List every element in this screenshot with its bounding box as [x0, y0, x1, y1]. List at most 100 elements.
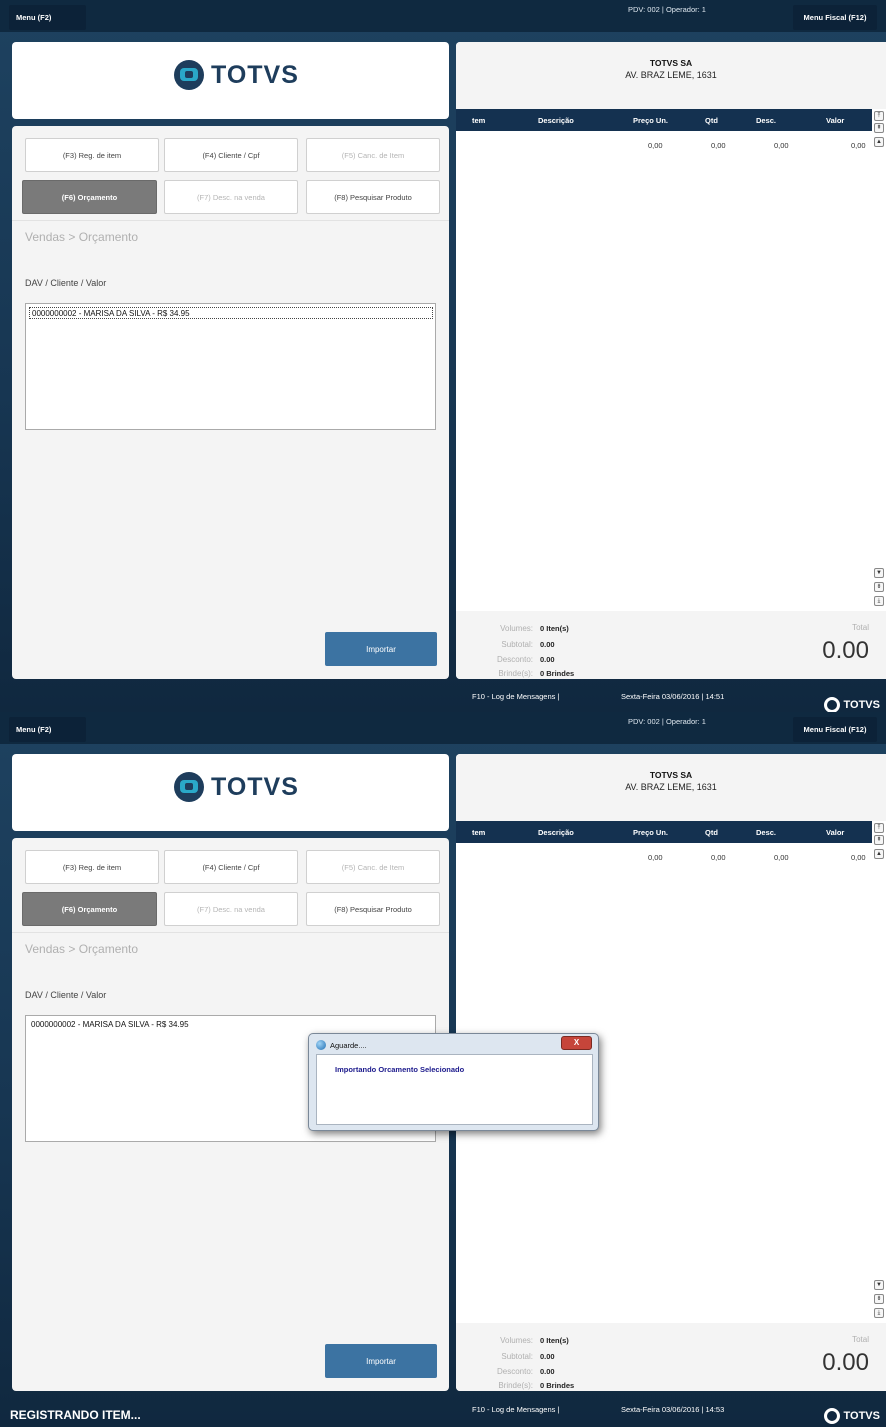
- col-preco[interactable]: Preço Un.: [633, 116, 668, 125]
- subtotal-label: Subtotal:: [501, 640, 533, 649]
- dav-listbox[interactable]: 0000000002 - MARISA DA SILVA - R$ 34.95: [25, 303, 436, 430]
- status-datetime: Sexta-Feira 03/06/2016 | 14:51: [621, 692, 725, 701]
- menu-button[interactable]: Menu (F2): [9, 5, 86, 30]
- orcamento-button[interactable]: (F6) Orçamento: [22, 180, 157, 214]
- desconto-label: Desconto:: [496, 1367, 533, 1376]
- col-descricao[interactable]: Descrição: [538, 116, 574, 125]
- volumes-value: 0 Iten(s): [540, 624, 569, 633]
- aguarde-dialog: Aguarde.... X Importando Orcamento Selec…: [308, 1033, 599, 1131]
- pdv-screen-2: Menu (F2) PDV: 002 | Operador: 1 Menu Fi…: [0, 712, 886, 1427]
- company-address: AV. BRAZ LEME, 1631: [625, 782, 717, 792]
- section-label: DAV / Cliente / Valor: [25, 990, 107, 1000]
- scroll-top-icon[interactable]: ⤒: [874, 823, 884, 833]
- footer-logo: TOTVS: [823, 697, 880, 712]
- cell-valor: 0,00: [851, 853, 866, 862]
- import-button[interactable]: Importar: [325, 1344, 437, 1378]
- totvs-footer-icon: [823, 697, 840, 712]
- totvs-logo-icon: [174, 772, 204, 802]
- items-grid-header: tem Descrição Preço Un. Qtd Desc. Valor: [456, 109, 872, 131]
- totals-panel: Volumes: 0 Iten(s) Subtotal: 0.00 Descon…: [456, 611, 886, 679]
- canc-item-button[interactable]: (F5) Canc. de Item: [306, 138, 440, 172]
- col-valor[interactable]: Valor: [826, 828, 844, 837]
- totvs-logo-icon: [174, 60, 204, 90]
- total-label: Total: [852, 623, 869, 632]
- scroll-page-down-icon[interactable]: ⇟: [874, 1294, 884, 1304]
- subtotal-value: 0.00: [540, 1352, 555, 1361]
- logo-text: TOTVS: [211, 772, 299, 801]
- logo-panel: TOTVS: [12, 42, 449, 119]
- grid-scrollbar[interactable]: ⤒ ⇞ ▲ ▼ ⇟ ⤓: [872, 821, 886, 1321]
- breadcrumb: Vendas > Orçamento: [25, 230, 139, 244]
- col-preco[interactable]: Preço Un.: [633, 828, 668, 837]
- canc-item-button[interactable]: (F5) Canc. de Item: [306, 850, 440, 884]
- menu-fiscal-button[interactable]: Menu Fiscal (F12): [793, 717, 877, 742]
- company-name: TOTVS SA: [649, 770, 693, 780]
- desc-venda-button[interactable]: (F7) Desc. na venda: [164, 180, 298, 214]
- close-button[interactable]: X: [561, 1036, 592, 1050]
- scroll-down-icon[interactable]: ▼: [874, 568, 884, 578]
- scroll-page-down-icon[interactable]: ⇟: [874, 582, 884, 592]
- volumes-label: Volumes:: [500, 624, 533, 633]
- scroll-page-up-icon[interactable]: ⇞: [874, 123, 884, 133]
- company-header: TOTVS SA AV. BRAZ LEME, 1631: [456, 754, 886, 821]
- scroll-up-icon[interactable]: ▲: [874, 137, 884, 147]
- col-desc[interactable]: Desc.: [756, 828, 776, 837]
- scroll-bottom-icon[interactable]: ⤓: [874, 1308, 884, 1318]
- scroll-up-icon[interactable]: ▲: [874, 849, 884, 859]
- scroll-bottom-icon[interactable]: ⤓: [874, 596, 884, 606]
- top-bar: Menu (F2) PDV: 002 | Operador: 1 Menu Fi…: [0, 0, 886, 32]
- reg-item-button[interactable]: (F3) Reg. de item: [25, 850, 159, 884]
- col-desc[interactable]: Desc.: [756, 116, 776, 125]
- menu-button[interactable]: Menu (F2): [9, 717, 86, 742]
- log-mensagens-link[interactable]: F10 - Log de Mensagens |: [472, 692, 559, 701]
- col-item[interactable]: tem: [472, 828, 485, 837]
- list-item[interactable]: 0000000002 - MARISA DA SILVA - R$ 34.95: [29, 1019, 433, 1031]
- reg-item-button[interactable]: (F3) Reg. de item: [25, 138, 159, 172]
- log-mensagens-link[interactable]: F10 - Log de Mensagens |: [472, 1405, 559, 1414]
- col-valor[interactable]: Valor: [826, 116, 844, 125]
- breadcrumb: Vendas > Orçamento: [25, 942, 139, 956]
- total-value: 0.00: [822, 1349, 869, 1376]
- col-qtd[interactable]: Qtd: [705, 828, 718, 837]
- subtotal-label: Subtotal:: [501, 1352, 533, 1361]
- subtotal-value: 0.00: [540, 640, 555, 649]
- volumes-value: 0 Iten(s): [540, 1336, 569, 1345]
- divider: [12, 220, 449, 221]
- scroll-down-icon[interactable]: ▼: [874, 1280, 884, 1290]
- section-label: DAV / Cliente / Valor: [25, 278, 107, 288]
- brindes-label: Brinde(s):: [498, 669, 533, 678]
- pesquisar-produto-button[interactable]: (F8) Pesquisar Produto: [306, 892, 440, 926]
- scroll-page-up-icon[interactable]: ⇞: [874, 835, 884, 845]
- status-datetime: Sexta-Feira 03/06/2016 | 14:53: [621, 1405, 725, 1414]
- logo-panel: TOTVS: [12, 754, 449, 831]
- import-button[interactable]: Importar: [325, 632, 437, 666]
- company-header: TOTVS SA AV. BRAZ LEME, 1631: [456, 42, 886, 109]
- desconto-value: 0.00: [540, 655, 555, 664]
- total-value: 0.00: [822, 637, 869, 664]
- footer-logo: TOTVS: [823, 1408, 880, 1424]
- cliente-cpf-button[interactable]: (F4) Cliente / Cpf: [164, 138, 298, 172]
- cell-preco: 0,00: [648, 141, 663, 150]
- brindes-value: 0 Brindes: [540, 669, 575, 678]
- grid-scrollbar[interactable]: ⤒ ⇞ ▲ ▼ ⇟ ⤓: [872, 109, 886, 609]
- cliente-cpf-button[interactable]: (F4) Cliente / Cpf: [164, 850, 298, 884]
- col-qtd[interactable]: Qtd: [705, 116, 718, 125]
- cell-desc: 0,00: [774, 853, 789, 862]
- items-grid-header: tem Descrição Preço Un. Qtd Desc. Valor: [456, 821, 872, 843]
- cell-preco: 0,00: [648, 853, 663, 862]
- desconto-value: 0.00: [540, 1367, 555, 1376]
- menu-fiscal-button[interactable]: Menu Fiscal (F12): [793, 5, 877, 30]
- col-item[interactable]: tem: [472, 116, 485, 125]
- desc-venda-button[interactable]: (F7) Desc. na venda: [164, 892, 298, 926]
- cell-desc: 0,00: [774, 141, 789, 150]
- total-label: Total: [852, 1335, 869, 1344]
- brindes-value: 0 Brindes: [540, 1381, 575, 1390]
- desconto-label: Desconto:: [496, 655, 533, 664]
- pesquisar-produto-button[interactable]: (F8) Pesquisar Produto: [306, 180, 440, 214]
- col-descricao[interactable]: Descrição: [538, 828, 574, 837]
- orcamento-button[interactable]: (F6) Orçamento: [22, 892, 157, 926]
- list-item[interactable]: 0000000002 - MARISA DA SILVA - R$ 34.95: [29, 307, 433, 319]
- registrando-status: REGISTRANDO ITEM...: [10, 1408, 141, 1422]
- cell-valor: 0,00: [851, 141, 866, 150]
- scroll-top-icon[interactable]: ⤒: [874, 111, 884, 121]
